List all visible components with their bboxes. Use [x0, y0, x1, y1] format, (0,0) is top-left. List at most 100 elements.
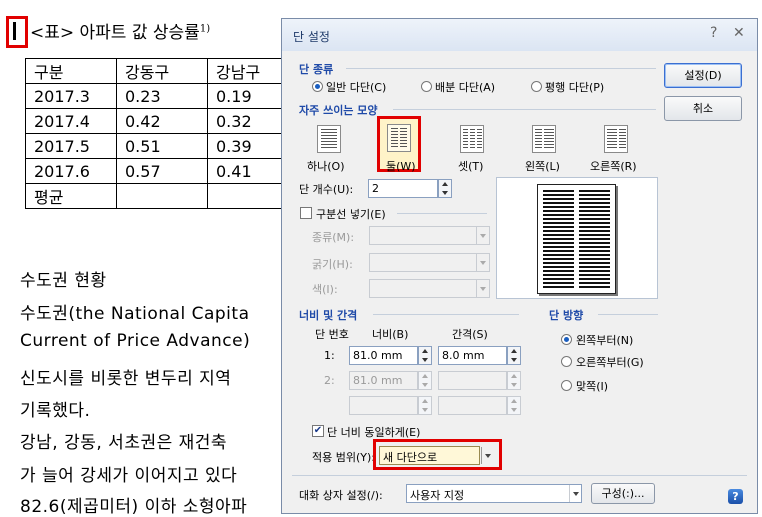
- divider: [373, 314, 519, 315]
- preset-left-icon[interactable]: [527, 122, 561, 156]
- row3-gap-stepper[interactable]: [507, 396, 521, 415]
- row2-width-field[interactable]: 81.0 mm: [349, 371, 418, 390]
- direction-label-facing: 맞쪽(I): [576, 380, 609, 393]
- preset-one-label: 하나(O): [307, 160, 345, 173]
- type-radio-normal[interactable]: [312, 81, 323, 92]
- preview-column: [579, 190, 610, 288]
- direction-radio-left[interactable]: [561, 334, 572, 345]
- row1-width-stepper[interactable]: [418, 346, 432, 365]
- direction-section-title: 단 방향: [549, 309, 584, 322]
- preset-right-label: 오른쪽(R): [590, 160, 637, 173]
- doc-paragraph-line: 강남, 강동, 서초권은 재건축: [20, 433, 228, 453]
- column-count-field[interactable]: 2: [368, 179, 438, 198]
- doc-paragraph-line: 가 늘어 강세가 이어지고 있다: [20, 466, 238, 486]
- table-cell: 2017.5: [25, 133, 117, 159]
- row2-number: 2:: [324, 374, 335, 387]
- separator-checkbox[interactable]: [300, 207, 312, 219]
- preset-left-label: 왼쪽(L): [525, 160, 560, 173]
- separator-label: 구분선 넣기(E): [316, 208, 386, 221]
- separator-type-label: 종류(M):: [312, 231, 355, 244]
- row2-gap-stepper[interactable]: [507, 371, 521, 390]
- row1-number: 1:: [324, 349, 335, 362]
- table-cell: 0.57: [116, 158, 208, 184]
- preset-one-icon[interactable]: [312, 122, 346, 156]
- separator-color-select[interactable]: [369, 279, 490, 298]
- direction-radio-facing[interactable]: [561, 380, 572, 391]
- type-label-distributed: 배분 다단(A): [435, 81, 496, 94]
- text-cursor: [13, 22, 16, 40]
- separator-color-label: 색(I):: [312, 283, 338, 296]
- help-icon[interactable]: ?: [710, 25, 717, 41]
- preset-three-label: 셋(T): [458, 160, 484, 173]
- apply-scope-select[interactable]: 새 다단으로: [379, 446, 480, 465]
- table-cell: 2017.4: [25, 108, 117, 134]
- preset-three-icon[interactable]: [455, 122, 489, 156]
- table-cell: 2017.3: [25, 83, 117, 109]
- gap-header: 간격(S): [452, 328, 488, 341]
- doc-paragraph-line: 수도권(the National Capita: [20, 304, 250, 324]
- table-cell: 2017.6: [25, 158, 117, 184]
- direction-label-left: 왼쪽부터(N): [576, 334, 634, 347]
- type-label-normal: 일반 다단(C): [326, 81, 387, 94]
- table-cell: 0.42: [116, 108, 208, 134]
- row1-gap-stepper[interactable]: [507, 346, 521, 365]
- apply-scope-label: 적용 범위(Y):: [312, 451, 375, 464]
- presets-section-title: 자주 쓰이는 모양: [299, 104, 378, 117]
- type-radio-parallel[interactable]: [531, 81, 542, 92]
- doc-paragraph-line: Current of Price Advance): [20, 331, 251, 351]
- table-cell: 0.23: [116, 83, 208, 109]
- equal-width-checkbox[interactable]: ✔: [312, 425, 324, 437]
- column-settings-dialog: 단 설정 ? ✕ 단 종류 일반 다단(C) 배분 다단(A) 평행 다단(P)…: [281, 18, 758, 514]
- equal-width-label: 단 너비 동일하게(E): [327, 426, 421, 439]
- config-button[interactable]: 구성(:)...: [591, 483, 655, 504]
- doc-paragraph-line: 82.6(제곱미터) 이하 소형아파: [20, 497, 248, 517]
- ok-button[interactable]: 설정(D): [664, 63, 742, 88]
- separator-width-select[interactable]: [369, 253, 490, 272]
- chevron-down-icon[interactable]: [481, 447, 494, 464]
- preset-right-icon[interactable]: [599, 122, 633, 156]
- table-cell: 평균: [25, 183, 117, 209]
- direction-radio-right[interactable]: [561, 356, 572, 367]
- separator-width-label: 굵기(H):: [312, 258, 353, 271]
- divider: [346, 68, 656, 69]
- type-radio-distributed[interactable]: [421, 81, 432, 92]
- table-header-cell: 강동구: [116, 58, 208, 84]
- preview-page: [537, 184, 616, 294]
- row1-gap-field[interactable]: 8.0 mm: [438, 346, 507, 365]
- divider: [598, 314, 658, 315]
- divider: [397, 213, 487, 214]
- type-label-parallel: 평행 다단(P): [545, 81, 605, 94]
- dialog-title: 단 설정: [293, 30, 330, 44]
- close-icon[interactable]: ✕: [733, 25, 745, 41]
- column-count-stepper[interactable]: [438, 179, 452, 198]
- row1-width-field[interactable]: 81.0 mm: [349, 346, 418, 365]
- preview-column: [543, 190, 574, 288]
- chevron-down-icon[interactable]: [569, 485, 582, 502]
- dialog-setting-select[interactable]: 사용자 지정: [406, 484, 582, 503]
- column-number-header: 단 번호: [315, 328, 349, 341]
- row2-gap-field[interactable]: [438, 371, 507, 390]
- direction-label-right: 오른쪽부터(G): [576, 356, 644, 369]
- type-section-title: 단 종류: [299, 63, 334, 76]
- doc-title: <표> 아파트 값 상승률1): [30, 23, 211, 43]
- help-icon[interactable]: ?: [728, 489, 743, 504]
- dialog-titlebar: 단 설정 ? ✕: [282, 19, 757, 51]
- row2-width-stepper[interactable]: [418, 371, 432, 390]
- doc-paragraph-line: 기록했다.: [20, 401, 91, 421]
- preset-two-label: 둘(W): [386, 160, 416, 173]
- row3-width-field[interactable]: [349, 396, 418, 415]
- cursor-highlight-box: [6, 16, 28, 48]
- row3-gap-field[interactable]: [438, 396, 507, 415]
- table-header-cell: 구분: [25, 58, 117, 84]
- doc-paragraph-line: 수도권 현황: [20, 271, 107, 291]
- column-count-label: 단 개수(U):: [299, 183, 354, 196]
- cancel-button[interactable]: 취소: [664, 96, 742, 121]
- row3-width-stepper[interactable]: [418, 396, 432, 415]
- width-section-title: 너비 및 간격: [299, 309, 358, 322]
- table-cell: 0.51: [116, 133, 208, 159]
- layout-preview: [496, 177, 658, 299]
- table-cell: [116, 183, 208, 209]
- doc-paragraph-line: 신도시를 비롯한 변두리 지역: [20, 369, 232, 389]
- separator-type-select[interactable]: [369, 226, 490, 245]
- width-header: 너비(B): [372, 328, 409, 341]
